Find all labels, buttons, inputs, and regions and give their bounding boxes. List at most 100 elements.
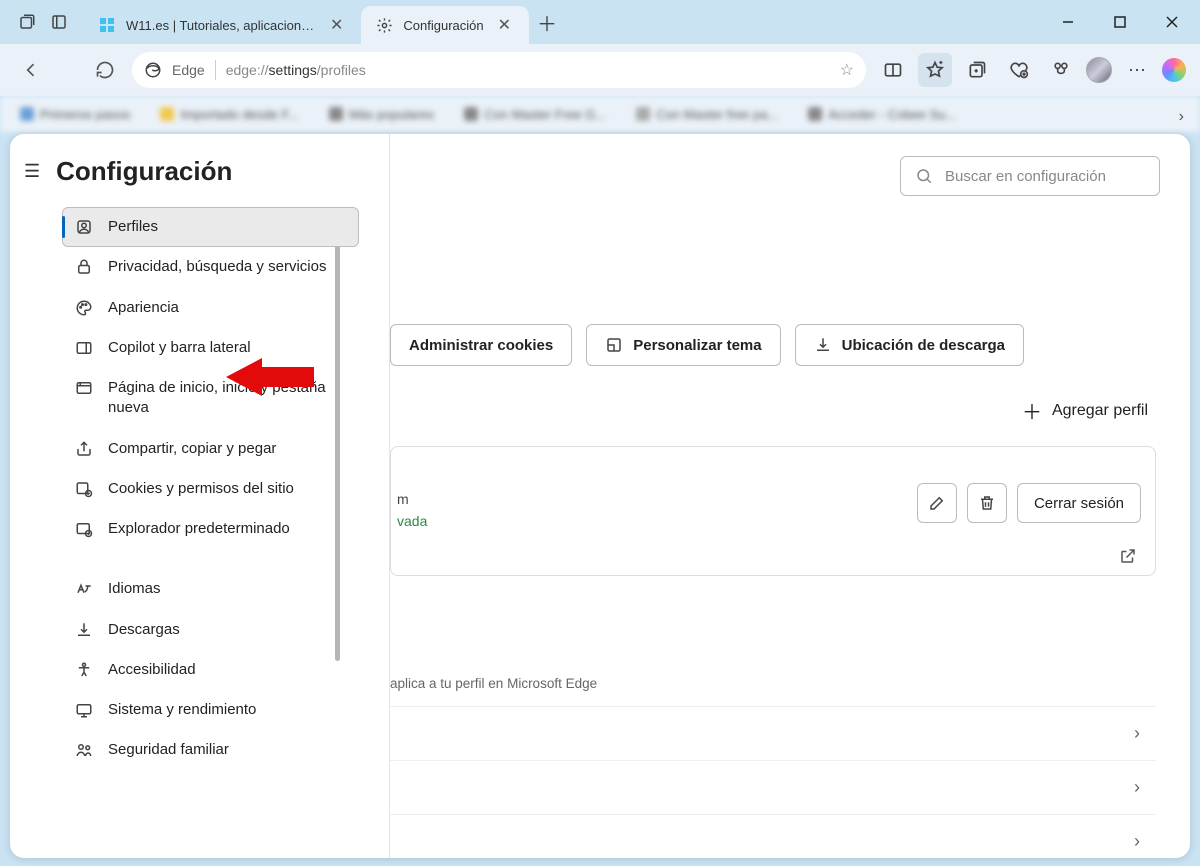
download-icon (74, 621, 94, 639)
sidebar-item-accessibility[interactable]: Accesibilidad (62, 650, 359, 690)
sidebar-item-label: Descargas (108, 620, 180, 640)
profile-subtext: aplica a tu perfil en Microsoft Edge (390, 676, 597, 691)
sidebar-item-label: Cookies y permisos del sitio (108, 479, 294, 499)
share-icon (74, 440, 94, 458)
split-screen-icon[interactable] (876, 53, 910, 87)
bookmarks-overflow-button[interactable]: › (1179, 108, 1184, 126)
add-profile-button[interactable]: ＋ Agregar perfil (1022, 396, 1148, 425)
menu-icon[interactable]: ☰ (24, 161, 40, 182)
btn-label: Ubicación de descarga (842, 337, 1005, 354)
tab-settings[interactable]: Configuración ✕ (361, 6, 529, 44)
sidebar-item-privacy[interactable]: Privacidad, búsqueda y servicios (62, 247, 359, 287)
browser-icon (74, 520, 94, 538)
download-location-button[interactable]: Ubicación de descarga (795, 324, 1024, 366)
sidebar-item-appearance[interactable]: Apariencia (62, 288, 359, 328)
copilot-icon[interactable] (1162, 58, 1186, 82)
quick-actions: Administrar cookies Personalizar tema Ub… (390, 324, 1024, 366)
manage-cookies-button[interactable]: Administrar cookies (390, 324, 572, 366)
collections-icon[interactable] (960, 53, 994, 87)
chevron-right-icon: › (1134, 777, 1140, 798)
sidebar-item-label: Idiomas (108, 579, 161, 599)
list-item[interactable]: › (390, 706, 1156, 760)
extensions-icon[interactable] (1044, 53, 1078, 87)
sidebar-item-default-browser[interactable]: Explorador predeterminado (62, 509, 359, 549)
toolbar: Edge edge://settings/profiles ☆ ⋯ (0, 44, 1200, 96)
plus-icon: ＋ (1022, 396, 1042, 425)
theme-icon (605, 336, 623, 354)
profile-avatar[interactable] (1086, 57, 1112, 83)
delete-profile-button[interactable] (967, 483, 1007, 523)
favorite-star-icon[interactable]: ☆ (840, 60, 854, 80)
system-icon (74, 701, 94, 719)
cookies-icon (74, 480, 94, 498)
sidebar-item-label: Sistema y rendimiento (108, 700, 256, 720)
sidebar-item-system[interactable]: Sistema y rendimiento (62, 690, 359, 730)
address-bar[interactable]: Edge edge://settings/profiles ☆ (132, 52, 866, 88)
btn-label: Personalizar tema (633, 337, 761, 354)
tab-w11[interactable]: W11.es | Tutoriales, aplicaciones y ✕ (84, 6, 361, 44)
refresh-button[interactable] (88, 53, 122, 87)
scrollbar[interactable] (335, 211, 340, 661)
tabs-overview-icon[interactable] (18, 13, 36, 31)
settings-main: Buscar en configuración Administrar cook… (390, 134, 1190, 858)
minimize-button[interactable] (1048, 2, 1088, 42)
close-window-button[interactable] (1152, 2, 1192, 42)
url-text: edge://settings/profiles (226, 62, 830, 78)
list-item[interactable]: › (390, 814, 1156, 858)
bookmarks-bar: Primeros pasos Importado desde F... Más … (0, 96, 1200, 132)
maximize-button[interactable] (1100, 2, 1140, 42)
favorites-icon[interactable] (918, 53, 952, 87)
language-icon (74, 580, 94, 598)
list-item[interactable]: › (390, 760, 1156, 814)
download-icon (814, 336, 832, 354)
palette-icon (74, 299, 94, 317)
signout-button[interactable]: Cerrar sesión (1017, 483, 1141, 523)
back-button[interactable] (14, 53, 48, 87)
sidebar-item-share[interactable]: Compartir, copiar y pegar (62, 429, 359, 469)
sidebar-item-label: Explorador predeterminado (108, 519, 290, 539)
sidebar-item-label: Compartir, copiar y pegar (108, 439, 276, 459)
sidebar-item-label: Accesibilidad (108, 660, 196, 680)
profile-settings-list: › › › › (390, 706, 1156, 858)
sidebar-item-profiles[interactable]: Perfiles (62, 207, 359, 247)
btn-label: Administrar cookies (409, 337, 553, 354)
settings-page: ☰ Configuración Perfiles Privacidad, bús… (10, 134, 1190, 858)
chevron-right-icon: › (1134, 723, 1140, 744)
personalize-theme-button[interactable]: Personalizar tema (586, 324, 780, 366)
accessibility-icon (74, 661, 94, 679)
tab-strip-icons (8, 13, 78, 31)
sidebar-item-languages[interactable]: Idiomas (62, 569, 359, 609)
separator (215, 60, 216, 80)
search-placeholder: Buscar en configuración (945, 168, 1106, 185)
more-menu-button[interactable]: ⋯ (1120, 53, 1154, 87)
tab-title: W11.es | Tutoriales, aplicaciones y (126, 18, 316, 33)
brand-label: Edge (172, 62, 205, 78)
sidebar-title: Configuración (56, 156, 232, 187)
tabs: W11.es | Tutoriales, aplicaciones y ✕ Co… (84, 0, 565, 44)
edit-profile-button[interactable] (917, 483, 957, 523)
profile-email-fragment: m (397, 491, 409, 507)
vertical-tabs-icon[interactable] (50, 13, 68, 31)
newtab-icon (74, 379, 94, 397)
profile-icon (74, 218, 94, 236)
sidebar-list: Perfiles Privacidad, búsqueda y servicio… (10, 207, 389, 771)
external-link-icon[interactable] (1119, 547, 1137, 565)
sidebar-item-label: Seguridad familiar (108, 740, 229, 760)
gear-icon (375, 16, 393, 34)
sidebar-item-cookies[interactable]: Cookies y permisos del sitio (62, 469, 359, 509)
settings-search-input[interactable]: Buscar en configuración (900, 156, 1160, 196)
sidebar-item-downloads[interactable]: Descargas (62, 610, 359, 650)
window-controls (1048, 2, 1192, 42)
new-tab-button[interactable]: ＋ (529, 0, 565, 44)
close-icon[interactable]: ✕ (326, 15, 347, 35)
add-profile-label: Agregar perfil (1052, 402, 1148, 420)
family-icon (74, 741, 94, 759)
sidebar-item-label: Perfiles (108, 217, 158, 237)
toolbar-actions: ⋯ (876, 53, 1186, 87)
heart-icon[interactable] (1002, 53, 1036, 87)
close-icon[interactable]: ✕ (494, 15, 515, 35)
sidebar-item-family[interactable]: Seguridad familiar (62, 730, 359, 770)
annotation-arrow (226, 355, 316, 399)
tab-title: Configuración (403, 18, 483, 33)
chevron-right-icon: › (1134, 831, 1140, 852)
